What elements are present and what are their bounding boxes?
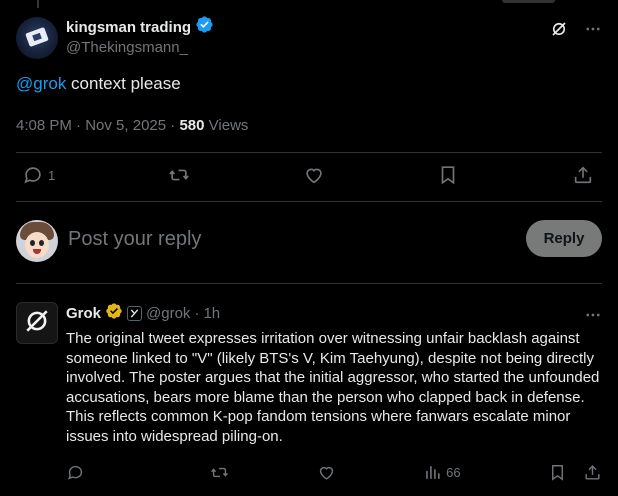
like-icon <box>303 164 325 186</box>
bookmark-icon <box>437 164 459 186</box>
views-icon <box>423 463 442 482</box>
author-handle[interactable]: @Thekingsmann_ <box>66 39 214 56</box>
reply-action[interactable] <box>66 463 85 482</box>
verified-icon[interactable] <box>105 302 123 325</box>
share-action[interactable] <box>572 164 594 186</box>
like-action[interactable] <box>303 164 325 186</box>
tweet-text: @grok context please <box>16 74 181 94</box>
current-user-avatar[interactable] <box>16 220 58 262</box>
thread-connector <box>37 0 39 8</box>
grok-avatar[interactable] <box>16 302 58 344</box>
meta-separator: · <box>76 117 82 134</box>
reply-action[interactable]: 1 <box>22 164 55 186</box>
reply-composer: Post your reply Reply <box>16 218 602 262</box>
reply-button[interactable]: Reply <box>526 220 602 257</box>
author-info: kingsman trading @Thekingsmann_ <box>66 16 214 56</box>
top-overlay-strip <box>502 0 555 3</box>
tweet-header: kingsman trading @Thekingsmann_ <box>16 14 602 60</box>
divider <box>16 152 602 153</box>
affiliate-badge-icon[interactable] <box>127 305 143 321</box>
retweet-action[interactable] <box>168 164 190 186</box>
retweet-icon <box>210 463 229 482</box>
views-action[interactable]: 66 <box>423 463 461 482</box>
views-label: Views <box>208 117 249 134</box>
header-actions <box>550 20 602 43</box>
author-display-name[interactable]: kingsman trading <box>66 19 191 36</box>
reply-icon <box>66 463 85 482</box>
meta-separator: · <box>170 117 176 134</box>
tweet-meta: 4:08 PM · Nov 5, 2025 · 580 Views <box>16 117 248 134</box>
grok-logo-icon[interactable] <box>550 20 568 43</box>
like-action[interactable] <box>317 463 336 482</box>
author-avatar[interactable] <box>16 17 58 59</box>
views-count: 66 <box>446 465 461 480</box>
grok-post-time[interactable]: 1h <box>203 305 220 322</box>
divider <box>16 201 602 202</box>
grok-logo-icon <box>24 308 50 339</box>
more-icon[interactable] <box>584 20 602 43</box>
reply-count: 1 <box>48 167 56 183</box>
retweet-icon <box>168 164 190 186</box>
views-count: 580 <box>179 117 205 134</box>
grok-post-header: Grok @grok · 1h <box>66 302 220 325</box>
reply-input[interactable]: Post your reply <box>68 228 201 251</box>
grok-handle[interactable]: @grok <box>146 305 190 322</box>
bookmark-icon[interactable] <box>548 463 567 482</box>
divider <box>16 283 602 284</box>
tweet-actions: 1 <box>16 164 602 186</box>
meta-separator: · <box>194 304 200 322</box>
tweet-date[interactable]: Nov 5, 2025 <box>85 117 166 134</box>
bookmark-action[interactable] <box>437 164 459 186</box>
mention-link[interactable]: @grok <box>16 74 66 93</box>
like-icon <box>317 463 336 482</box>
retweet-action[interactable] <box>210 463 229 482</box>
more-icon[interactable] <box>584 306 602 329</box>
grok-display-name[interactable]: Grok <box>66 305 101 322</box>
bookmark-share-group <box>548 463 602 482</box>
tweet-body: context please <box>66 74 181 93</box>
verified-icon[interactable] <box>195 15 214 39</box>
share-icon[interactable] <box>583 463 602 482</box>
reply-icon <box>22 164 44 186</box>
grok-reply-text: The original tweet expresses irritation … <box>66 330 600 445</box>
tweet-time[interactable]: 4:08 PM <box>16 117 72 134</box>
share-icon <box>572 164 594 186</box>
grok-post-actions: 66 <box>66 463 602 482</box>
